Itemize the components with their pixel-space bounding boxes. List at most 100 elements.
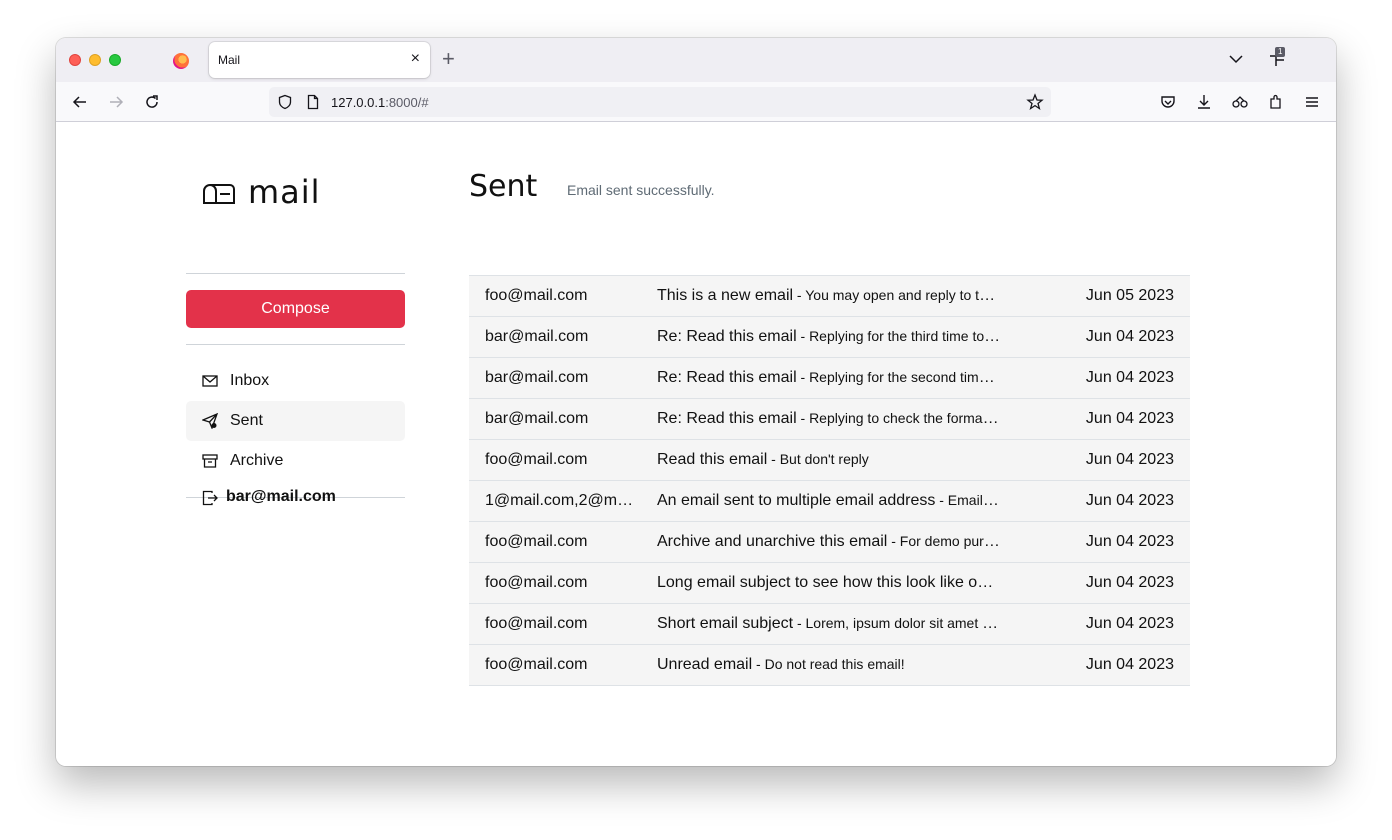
sidebar-item-archive[interactable]: Archive [186, 441, 405, 481]
email-preview: - Lorem, ipsum dolor sit amet consectetu… [796, 615, 1002, 631]
status-message: Email sent successfully. [567, 182, 715, 198]
firefox-view-icon[interactable] [173, 53, 189, 69]
archive-icon [202, 454, 218, 468]
zoom-window-button[interactable] [109, 54, 121, 66]
back-icon[interactable] [71, 93, 89, 111]
email-row[interactable]: 1@mail.com,2@mail.com An email sent to mu… [469, 481, 1190, 522]
email-sender: bar@mail.com [485, 328, 589, 345]
account-icon[interactable] [1231, 93, 1249, 111]
url-text[interactable]: 127.0.0.1:8000/# [331, 95, 429, 110]
email-row[interactable]: foo@mail.com Read this email - But don't … [469, 440, 1190, 481]
email-sender: foo@mail.com [485, 533, 588, 550]
page-content: mail Compose Inbox Sent Archive bar@mail… [56, 123, 1336, 766]
email-date: Jun 04 2023 [1085, 369, 1174, 386]
email-row[interactable]: bar@mail.com Re: Read this email - Replyi… [469, 358, 1190, 399]
extensions-icon[interactable] [1267, 93, 1285, 111]
email-row[interactable]: foo@mail.com This is a new email - You ma… [469, 276, 1190, 317]
email-sender: foo@mail.com [485, 287, 588, 304]
email-row[interactable]: foo@mail.com Short email subject - Lorem,… [469, 604, 1190, 645]
email-sender: 1@mail.com,2@mail.com [485, 492, 641, 509]
email-row[interactable]: foo@mail.com Archive and unarchive this e… [469, 522, 1190, 563]
email-subject-cell: Short email subject - Lorem, ipsum dolor… [657, 615, 1002, 633]
email-row[interactable]: foo@mail.com Unread email - Do not read t… [469, 645, 1190, 686]
logout-button[interactable]: bar@mail.com [186, 483, 405, 513]
email-subject: Re: Read this email [657, 410, 797, 427]
email-row[interactable]: bar@mail.com Re: Read this email - Replyi… [469, 317, 1190, 358]
forward-icon[interactable] [107, 93, 125, 111]
email-sender: foo@mail.com [485, 656, 588, 673]
email-preview: - Replying for the third time to this em… [800, 328, 1003, 344]
page-title: Sent [469, 169, 538, 204]
menu-icon[interactable] [1303, 93, 1321, 111]
navigation-toolbar: 127.0.0.1:8000/# [56, 82, 1336, 122]
email-date: Jun 04 2023 [1085, 615, 1174, 632]
email-date: Jun 04 2023 [1085, 328, 1174, 345]
email-subject-cell: An email sent to multiple email address … [657, 492, 1002, 510]
new-tab-button[interactable]: + [442, 48, 455, 70]
email-row[interactable]: foo@mail.com Long email subject to see ho… [469, 563, 1190, 604]
email-date: Jun 04 2023 [1085, 492, 1174, 509]
download-icon[interactable] [1195, 93, 1213, 111]
email-date: Jun 04 2023 [1085, 451, 1174, 468]
shield-icon[interactable] [277, 94, 293, 110]
email-subject-cell: Re: Read this email - Replying for the s… [657, 369, 1002, 387]
sidebar-item-label: Inbox [230, 372, 270, 389]
tab-mail[interactable]: Mail × [209, 42, 430, 78]
sidebar-divider [186, 273, 405, 274]
compose-button[interactable]: Compose [186, 290, 405, 328]
email-subject-cell: Re: Read this email - Replying for the t… [657, 328, 1002, 346]
email-subject: Archive and unarchive this email [657, 533, 888, 550]
email-subject: Short email subject [657, 615, 794, 632]
email-preview: - Replying to check the formatting [796, 410, 1003, 426]
mailbox-icon [203, 184, 235, 204]
url-host: 127.0.0.1 [331, 95, 386, 110]
reload-icon[interactable] [143, 93, 161, 111]
email-subject-cell: Unread email - Do not read this email! [657, 656, 1002, 674]
email-sender: foo@mail.com [485, 574, 588, 591]
email-subject: Read this email [657, 451, 768, 468]
star-icon[interactable] [1026, 93, 1044, 111]
app-logo: mail [248, 173, 321, 211]
close-window-button[interactable] [69, 54, 81, 66]
email-preview: - You may open and reply to this email [796, 287, 1002, 303]
minimize-window-button[interactable] [89, 54, 101, 66]
email-date: Jun 04 2023 [1085, 533, 1174, 550]
email-subject: This is a new email [657, 287, 794, 304]
logout-icon [202, 490, 218, 506]
envelope-icon [202, 375, 218, 387]
email-subject-cell: This is a new email - You may open and r… [657, 287, 1002, 305]
email-preview: - Do not read this email! [752, 656, 905, 672]
tab-strip: Mail × + 1 [56, 38, 1336, 82]
email-row[interactable]: bar@mail.com Re: Read this email - Replyi… [469, 399, 1190, 440]
email-preview: - Replying for the second time to this e… [800, 369, 1003, 385]
tabs-count-badge: 1 [1275, 47, 1286, 57]
page-icon[interactable] [305, 94, 321, 110]
tab-close-icon[interactable]: × [411, 50, 420, 68]
sidebar-divider [186, 344, 405, 345]
pocket-icon[interactable] [1159, 93, 1177, 111]
chevron-down-icon[interactable] [1227, 50, 1245, 68]
email-sender: bar@mail.com [485, 410, 589, 427]
email-preview: - Email body [939, 492, 1002, 508]
sidebar-item-sent[interactable]: Sent [186, 401, 405, 441]
email-subject: Re: Read this email [657, 369, 797, 386]
email-subject-cell: Long email subject to see how this look … [657, 574, 1002, 592]
email-subject: An email sent to multiple email address [657, 492, 936, 509]
send-icon [202, 413, 218, 429]
browser-window: Mail × + 1 127.0.0.1:8000/# mail Compose… [56, 38, 1336, 766]
email-sender: bar@mail.com [485, 369, 589, 386]
sidebar-item-inbox[interactable]: Inbox [186, 361, 405, 401]
user-email: bar@mail.com [226, 488, 336, 505]
email-subject-cell: Archive and unarchive this email - For d… [657, 533, 1002, 551]
email-subject: Unread email [657, 656, 753, 673]
email-subject: Long email subject to see how this look … [657, 574, 1002, 591]
url-path: :8000/# [385, 95, 429, 110]
email-sender: foo@mail.com [485, 615, 588, 632]
email-date: Jun 04 2023 [1085, 574, 1174, 591]
email-list: foo@mail.com This is a new email - You ma… [469, 275, 1190, 686]
url-bar[interactable]: 127.0.0.1:8000/# [269, 87, 1051, 117]
email-subject-cell: Re: Read this email - Replying to check … [657, 410, 1002, 428]
sidebar-item-label: Archive [230, 452, 284, 469]
email-sender: foo@mail.com [485, 451, 588, 468]
email-date: Jun 04 2023 [1085, 656, 1174, 673]
